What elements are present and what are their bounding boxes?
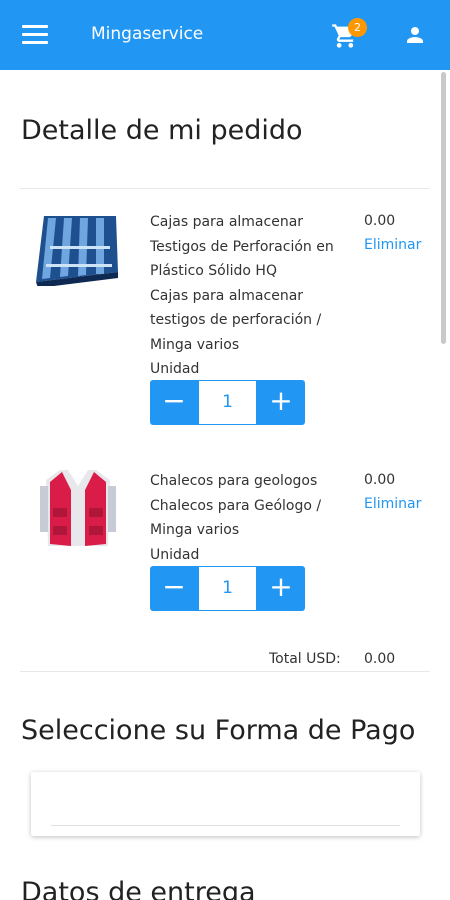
core-box-icon: [36, 216, 118, 286]
item-2-quantity-stepper: − 1 +: [150, 566, 305, 611]
divider: [20, 188, 430, 189]
description-line: Cajas para almacenar: [150, 214, 304, 230]
description-line: Chalecos para Geólogo /: [150, 497, 322, 514]
quantity-field[interactable]: 1: [199, 567, 256, 610]
user-icon[interactable]: [403, 22, 427, 48]
vest-icon: [40, 470, 116, 546]
payment-options-card[interactable]: [31, 772, 420, 836]
increment-button[interactable]: +: [257, 566, 305, 611]
description-line: Plástico Sólido HQ: [150, 263, 277, 279]
item-2-price: 0.00: [364, 472, 396, 488]
quantity-field[interactable]: 1: [199, 381, 256, 424]
item-1-quantity-stepper: − 1 +: [150, 380, 305, 425]
item-2-description: Chalecos para geologos Chalecos para Geó…: [150, 469, 350, 567]
description-line: Chalecos para geologos: [150, 473, 318, 489]
description-line: Minga varios: [150, 336, 240, 353]
increment-button[interactable]: +: [257, 380, 305, 425]
description-line: Minga varios: [150, 522, 240, 538]
order-heading: Detalle de mi pedido: [21, 115, 303, 146]
description-line: testigos de perforación /: [150, 312, 322, 328]
payment-heading: Seleccione su Forma de Pago: [21, 715, 416, 746]
cart-count-badge: 2: [348, 18, 367, 37]
description-line: Unidad: [150, 361, 200, 377]
app-title: Mingaservice: [91, 24, 204, 44]
description-line: Testigos de Perforación en: [150, 238, 334, 255]
item-2-remove-link[interactable]: Eliminar: [364, 496, 421, 512]
scrollbar[interactable]: [441, 72, 446, 344]
description-line: Unidad: [150, 546, 200, 563]
total-label: Total USD:: [269, 651, 341, 667]
total-value: 0.00: [364, 651, 396, 667]
decrement-button[interactable]: −: [150, 380, 198, 425]
decrement-button[interactable]: −: [150, 566, 198, 611]
item-1-description: Cajas para almacenar Testigos de Perfora…: [150, 210, 350, 382]
delivery-heading: Datos de entrega: [21, 877, 256, 900]
app-bar: Mingaservice 2: [0, 0, 450, 70]
item-1-price: 0.00: [364, 213, 396, 229]
description-line: Cajas para almacenar: [150, 287, 304, 304]
item-1-remove-link[interactable]: Eliminar: [364, 237, 421, 253]
divider: [20, 671, 430, 672]
divider: [51, 825, 400, 826]
menu-icon[interactable]: [22, 25, 48, 45]
